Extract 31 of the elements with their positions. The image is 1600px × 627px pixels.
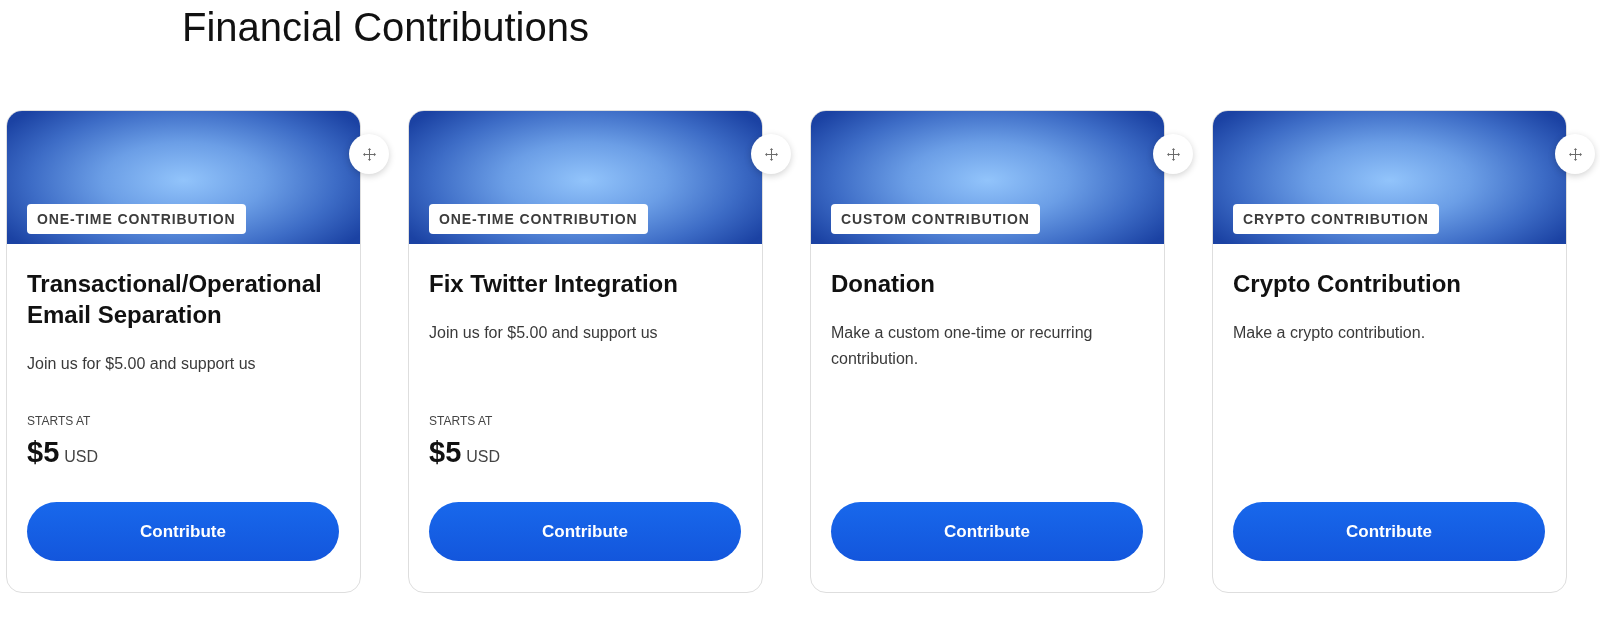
card-title: Crypto Contribution [1233, 269, 1462, 299]
move-icon [362, 147, 376, 161]
price-label: STARTS AT [27, 414, 92, 428]
move-icon [1166, 147, 1180, 161]
card-description: Join us for $5.00 and support us [27, 354, 257, 374]
contribute-button[interactable]: Contribute [1233, 502, 1545, 561]
card-description: Join us for $5.00 and support us [429, 323, 659, 343]
contribute-button[interactable]: Contribute [429, 502, 741, 561]
card-description: Make a crypto contribution. [1233, 323, 1427, 343]
contribute-button[interactable]: Contribute [27, 502, 339, 561]
contribution-type-badge: ONE-TIME CONTRIBUTION [429, 204, 648, 234]
price-amount: $5 [429, 436, 462, 468]
drag-handle[interactable] [751, 134, 791, 174]
move-icon [1568, 147, 1582, 161]
page-title: Financial Contributions [182, 4, 589, 51]
card-title: Fix Twitter Integration [429, 269, 679, 299]
drag-handle[interactable] [1153, 134, 1193, 174]
card-title: Transactional/Operational Email Separation [27, 269, 323, 330]
move-icon [764, 147, 778, 161]
price-amount: $5 [27, 436, 60, 468]
drag-handle[interactable] [349, 134, 389, 174]
contribute-button[interactable]: Contribute [831, 502, 1143, 561]
contribution-type-badge: CUSTOM CONTRIBUTION [831, 204, 1040, 234]
drag-handle[interactable] [1555, 134, 1595, 174]
price-currency: USD [466, 448, 501, 466]
contribution-type-badge: ONE-TIME CONTRIBUTION [27, 204, 246, 234]
contribution-type-badge: CRYPTO CONTRIBUTION [1233, 204, 1439, 234]
price-label: STARTS AT [429, 414, 494, 428]
price-currency: USD [64, 448, 99, 466]
card-description: Make a custom one-time or recurring contribution. [831, 323, 1094, 369]
card-title: Donation [831, 269, 936, 299]
